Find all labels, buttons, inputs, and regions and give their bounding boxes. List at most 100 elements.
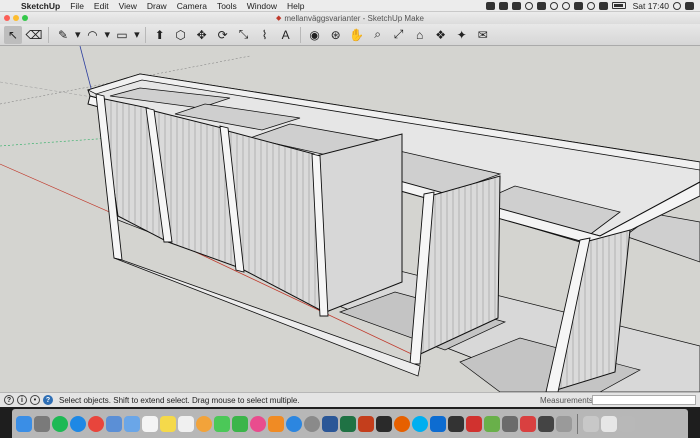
menu-draw[interactable]: Draw xyxy=(142,1,172,11)
zoom-tool-icon[interactable]: ⌕ xyxy=(369,26,387,44)
sketchup-icon[interactable] xyxy=(466,415,482,432)
app-store-icon[interactable] xyxy=(286,415,302,432)
send-to-layout-tool-icon[interactable]: ✉ xyxy=(474,26,492,44)
dropbox-icon[interactable] xyxy=(430,415,446,432)
tape-measure-tool-icon[interactable]: ⌇ xyxy=(256,26,274,44)
zoom-window-icon[interactable] xyxy=(22,15,28,21)
itunes-icon[interactable] xyxy=(250,415,266,432)
paint-bucket-tool-icon[interactable]: ◉ xyxy=(306,26,324,44)
calendar-icon[interactable] xyxy=(142,415,158,432)
menu-view[interactable]: View xyxy=(114,1,142,11)
zoom-extents-tool-icon[interactable]: ⤢ xyxy=(390,26,408,44)
preview-icon[interactable] xyxy=(106,415,122,432)
menu-help[interactable]: Help xyxy=(282,1,309,11)
arc-tool-icon[interactable]: ◠ xyxy=(84,26,102,44)
excel-icon[interactable] xyxy=(340,415,356,432)
model-canvas[interactable] xyxy=(0,46,700,392)
time-machine-tray-icon[interactable] xyxy=(561,1,570,10)
rectangle-tool-icon[interactable]: ▭ xyxy=(113,26,131,44)
app-dark-icon[interactable] xyxy=(538,415,554,432)
chrome-icon[interactable] xyxy=(88,415,104,432)
monitor-icon[interactable] xyxy=(448,415,464,432)
eraser-tool-icon[interactable]: ⌫ xyxy=(25,26,43,44)
powerpoint-icon[interactable] xyxy=(358,415,374,432)
info-tray-icon[interactable] xyxy=(549,1,558,10)
orbit-tool-icon[interactable]: ⊛ xyxy=(327,26,345,44)
close-window-icon[interactable] xyxy=(4,15,10,21)
menu-sketchup[interactable]: SketchUp xyxy=(16,1,65,11)
word-icon[interactable] xyxy=(322,415,338,432)
skype-icon[interactable] xyxy=(412,415,428,432)
instructor-icon[interactable]: ? xyxy=(43,395,53,405)
notes-icon[interactable] xyxy=(160,415,176,432)
offset-tool-icon[interactable]: ⬡ xyxy=(172,26,190,44)
toolbar-separator xyxy=(144,26,146,43)
battery-icon[interactable] xyxy=(611,2,626,9)
firefox-icon[interactable] xyxy=(394,415,410,432)
hat-tray-icon[interactable] xyxy=(498,1,508,10)
scale-tool-icon[interactable]: ⤡ xyxy=(235,26,253,44)
model-viewport[interactable] xyxy=(0,46,700,392)
terminal-icon[interactable] xyxy=(376,415,392,432)
user-icon[interactable]: • xyxy=(30,395,40,405)
bluetooth-tray-icon[interactable] xyxy=(573,1,583,10)
macos-dock xyxy=(0,407,700,438)
facetime-icon[interactable] xyxy=(232,415,248,432)
app-red-icon[interactable] xyxy=(520,415,536,432)
status-bar: ? i • ? Select objects. Shift to extend … xyxy=(0,392,700,407)
play-tray-icon[interactable] xyxy=(524,1,533,10)
partition-panel-3 xyxy=(223,129,325,313)
push-pull-tool-icon[interactable]: ⬆ xyxy=(151,26,169,44)
chevron-down-icon[interactable]: ▾ xyxy=(105,28,111,41)
volume-tray-icon[interactable] xyxy=(598,1,608,10)
measurements-input[interactable] xyxy=(592,395,696,405)
cloud-tray-icon[interactable] xyxy=(511,1,521,10)
status-tray-icon[interactable] xyxy=(485,1,495,10)
credits-icon[interactable]: i xyxy=(17,395,27,405)
menu-file[interactable]: File xyxy=(65,1,89,11)
finder-icon[interactable] xyxy=(16,415,32,432)
dock-separator xyxy=(577,413,578,434)
text-tool-icon[interactable]: A xyxy=(277,26,295,44)
chevron-down-icon[interactable]: ▾ xyxy=(134,28,140,41)
safari-icon[interactable] xyxy=(70,415,86,432)
minimize-window-icon[interactable] xyxy=(13,15,19,21)
launchpad-icon[interactable] xyxy=(34,415,50,432)
photos-icon[interactable] xyxy=(196,415,212,432)
menubar-clock[interactable]: Sat 17:40 xyxy=(633,1,669,11)
spotify-icon[interactable] xyxy=(52,415,68,432)
toolbar-separator xyxy=(48,26,49,43)
menu-tools[interactable]: Tools xyxy=(212,1,242,11)
document-icon: ◆ xyxy=(275,15,282,22)
downloads-stack-icon[interactable] xyxy=(583,415,599,432)
mail-icon[interactable] xyxy=(124,415,140,432)
extension-warehouse-tool-icon[interactable]: ✦ xyxy=(453,26,471,44)
warehouse-tool-icon[interactable]: ⌂ xyxy=(411,26,429,44)
toolbar-separator xyxy=(299,26,301,43)
notification-center-icon[interactable] xyxy=(685,1,694,10)
ibooks-icon[interactable] xyxy=(268,415,284,432)
menu-edit[interactable]: Edit xyxy=(89,1,114,11)
chevron-down-icon[interactable]: ▾ xyxy=(75,28,81,41)
dropbox-tray-icon[interactable] xyxy=(536,1,546,10)
rotate-tool-icon[interactable]: ⟳ xyxy=(214,26,232,44)
documents-stack-icon[interactable] xyxy=(601,415,617,432)
green-axis-dashed xyxy=(0,137,111,147)
menu-camera[interactable]: Camera xyxy=(172,1,212,11)
pencil-line-tool-icon[interactable]: ✎ xyxy=(54,26,72,44)
components-tool-icon[interactable]: ❖ xyxy=(432,26,450,44)
maps-icon[interactable] xyxy=(484,415,500,432)
reminders-icon[interactable] xyxy=(178,415,194,432)
wifi-tray-icon[interactable] xyxy=(586,1,595,10)
trash-icon[interactable] xyxy=(619,415,635,432)
geolocation-icon[interactable]: ? xyxy=(4,395,14,405)
pan-tool-icon[interactable]: ✋ xyxy=(348,26,366,44)
spotlight-icon[interactable] xyxy=(673,1,681,10)
move-tool-icon[interactable]: ✥ xyxy=(193,26,211,44)
menu-window[interactable]: Window xyxy=(242,1,282,11)
gimp-icon[interactable] xyxy=(502,415,518,432)
messages-icon[interactable] xyxy=(214,415,230,432)
app-gray-icon[interactable] xyxy=(556,415,572,432)
select-tool-icon[interactable]: ↖ xyxy=(4,25,22,44)
system-preferences-icon[interactable] xyxy=(304,415,320,432)
